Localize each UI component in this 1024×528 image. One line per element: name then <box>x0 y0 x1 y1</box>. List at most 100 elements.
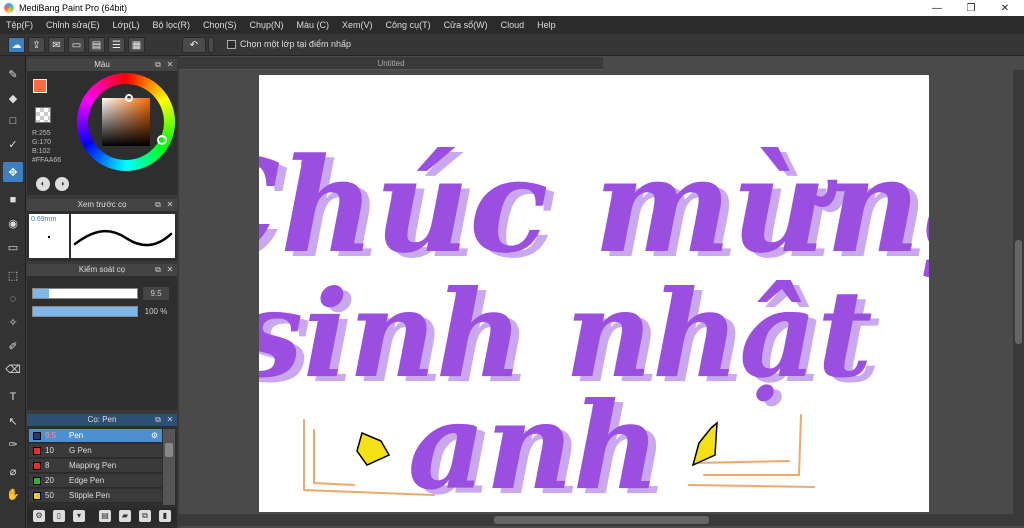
minimize-button[interactable]: — <box>920 0 954 16</box>
hex-value: #FFAA66 <box>32 157 62 164</box>
toolbar-handle[interactable] <box>208 37 214 53</box>
palette-add-icon[interactable]: ◑ <box>55 177 69 191</box>
brush-color-swatch <box>33 446 41 455</box>
brush-list-scrollbar[interactable] <box>163 429 175 505</box>
select-pen-tool-icon[interactable]: ✐ <box>3 336 23 356</box>
brush-settings-icon[interactable]: ⚙ <box>33 510 45 522</box>
undock-icon[interactable]: ⧉ <box>153 415 163 425</box>
brush-list-item[interactable]: 10 G Pen <box>29 444 162 458</box>
red-value: R:255 <box>32 130 51 137</box>
close-panel-icon[interactable]: ✕ <box>165 265 175 275</box>
diamond-left <box>356 431 391 466</box>
brush-size-slider[interactable] <box>32 288 138 299</box>
brush-list-footer: ⚙ ▯ ▾ ▤ ▰ ⧉ ▮ <box>27 508 177 524</box>
menu-help[interactable]: Help <box>537 20 556 30</box>
window-title: MediBang Paint Pro (64bit) <box>19 3 128 13</box>
magic-wand-tool-icon[interactable]: ✧ <box>3 312 23 332</box>
close-panel-icon[interactable]: ✕ <box>165 60 175 70</box>
list-icon[interactable]: ☰ <box>108 37 125 53</box>
gradient-tool-icon[interactable]: ▭ <box>3 237 23 257</box>
select-rect-tool-icon[interactable]: ⬚ <box>3 265 23 285</box>
eyedropper-tool-icon[interactable]: ⌀ <box>3 461 23 481</box>
operation-tool-icon[interactable]: ↖ <box>3 411 23 431</box>
brush-item-name: Pen <box>69 431 84 440</box>
close-button[interactable]: ✕ <box>988 0 1022 16</box>
select-eraser-tool-icon[interactable]: ⌫ <box>3 359 23 379</box>
copy-brush-icon[interactable]: ▤ <box>99 510 111 522</box>
brush-list-item[interactable]: 20 Edge Pen <box>29 474 162 488</box>
brush-list-item[interactable]: 8 Mapping Pen <box>29 459 162 473</box>
menu-filter[interactable]: Bộ lọc(R) <box>152 20 190 30</box>
speech-icon[interactable]: ▭ <box>68 37 85 53</box>
drawing-canvas[interactable]: Chúc mừng Chúc mừng sinh nhật sinh nhật … <box>259 75 929 512</box>
move-tool-icon[interactable]: ✥ <box>3 162 23 182</box>
shape-tool-icon[interactable]: □ <box>3 111 23 131</box>
brush-item-size: 10 <box>45 446 54 455</box>
undo-icon[interactable]: ↶ <box>182 37 206 53</box>
grid-icon[interactable]: ▦ <box>128 37 145 53</box>
menu-snap[interactable]: Chụp(N) <box>250 20 284 30</box>
palette-icon[interactable]: ◐ <box>36 177 50 191</box>
select-layer-checkbox[interactable] <box>227 40 236 49</box>
undock-icon[interactable]: ⧉ <box>153 200 163 210</box>
workspace: Untitled Chúc mừng Chúc mừng sinh nhật s… <box>179 56 1024 528</box>
duplicate-icon[interactable]: ⧉ <box>139 510 151 522</box>
document-tab[interactable]: Untitled <box>179 57 603 70</box>
brush-size-value[interactable]: 9.5 <box>143 287 169 300</box>
sv-marker[interactable] <box>125 94 133 102</box>
menu-file[interactable]: Tệp(F) <box>6 20 33 30</box>
brush-control-panel: Kiểm soát cọ ⧉ ✕ 9.5 100 % <box>27 264 177 410</box>
brush-tool-icon[interactable]: ✎ <box>3 64 23 84</box>
bucket-tool-icon[interactable]: ◉ <box>3 213 23 233</box>
undock-icon[interactable]: ⧉ <box>153 60 163 70</box>
brush-size-label: 0.69mm <box>31 216 57 223</box>
brush-list-item[interactable]: 50 Stipple Pen <box>29 489 162 503</box>
title-bar: MediBang Paint Pro (64bit) — ❐ ✕ <box>0 0 1024 16</box>
new-brush-icon[interactable]: ▯ <box>53 510 65 522</box>
brush-preview-panel: Xem trước cọ ⧉ ✕ 0.69mm <box>27 199 177 261</box>
color-panel: Màu ⧉ ✕ R:255 G:170 B:102 #FFAA66 ◐ ◑ <box>27 59 177 195</box>
menu-tools[interactable]: Công cụ(T) <box>386 20 431 30</box>
brush-control-title: Kiểm soát cọ <box>78 265 126 274</box>
close-panel-icon[interactable]: ✕ <box>165 415 175 425</box>
eraser-tool-icon[interactable]: ◆ <box>3 88 23 108</box>
undock-icon[interactable]: ⧉ <box>153 265 163 275</box>
menu-edit[interactable]: Chỉnh sửa(E) <box>46 20 100 30</box>
lasso-tool-icon[interactable]: ◌ <box>3 289 23 309</box>
foreground-color-swatch[interactable] <box>33 79 47 93</box>
menu-color[interactable]: Màu (C) <box>297 20 330 30</box>
divide-tool-icon[interactable]: ✑ <box>3 434 23 454</box>
menu-window[interactable]: Cửa sổ(W) <box>444 20 488 30</box>
menu-view[interactable]: Xem(V) <box>342 20 373 30</box>
pen-check-tool-icon[interactable]: ✓ <box>3 134 23 154</box>
delete-brush-icon[interactable]: ▮ <box>159 510 171 522</box>
menu-layer[interactable]: Lớp(L) <box>113 20 140 30</box>
document-icon[interactable]: ▤ <box>88 37 105 53</box>
folder-icon[interactable]: ▰ <box>119 510 131 522</box>
color-wheel[interactable] <box>77 73 175 171</box>
brush-item-name: Edge Pen <box>69 476 105 485</box>
brush-item-name: Mapping Pen <box>69 461 117 470</box>
accent-frame-right <box>703 414 802 476</box>
saturation-value-square[interactable] <box>102 98 150 146</box>
horizontal-scrollbar[interactable] <box>179 514 1024 526</box>
brush-list-item[interactable]: 9.5 Pen ⚙ <box>29 429 162 443</box>
close-panel-icon[interactable]: ✕ <box>165 200 175 210</box>
hue-marker[interactable] <box>157 135 167 145</box>
hand-tool-icon[interactable]: ✋ <box>3 484 23 504</box>
blue-value: B:102 <box>32 148 51 155</box>
upload-icon[interactable]: ⇪ <box>28 37 45 53</box>
text-tool-icon[interactable]: T <box>3 387 23 407</box>
vertical-scrollbar[interactable] <box>1013 70 1024 514</box>
menu-select[interactable]: Chọn(S) <box>203 20 237 30</box>
add-brush-icon[interactable]: ▾ <box>73 510 85 522</box>
brush-opacity-slider[interactable] <box>32 306 138 317</box>
comment-icon[interactable]: ✉ <box>48 37 65 53</box>
transparent-color-swatch[interactable] <box>35 107 51 123</box>
cloud-icon[interactable]: ☁ <box>8 37 25 53</box>
maximize-button[interactable]: ❐ <box>954 0 988 16</box>
fill-rect-tool-icon[interactable]: ■ <box>3 190 23 210</box>
menu-cloud[interactable]: Cloud <box>501 20 525 30</box>
brush-dot-preview: 0.69mm <box>29 214 69 258</box>
gear-icon[interactable]: ⚙ <box>151 431 158 440</box>
